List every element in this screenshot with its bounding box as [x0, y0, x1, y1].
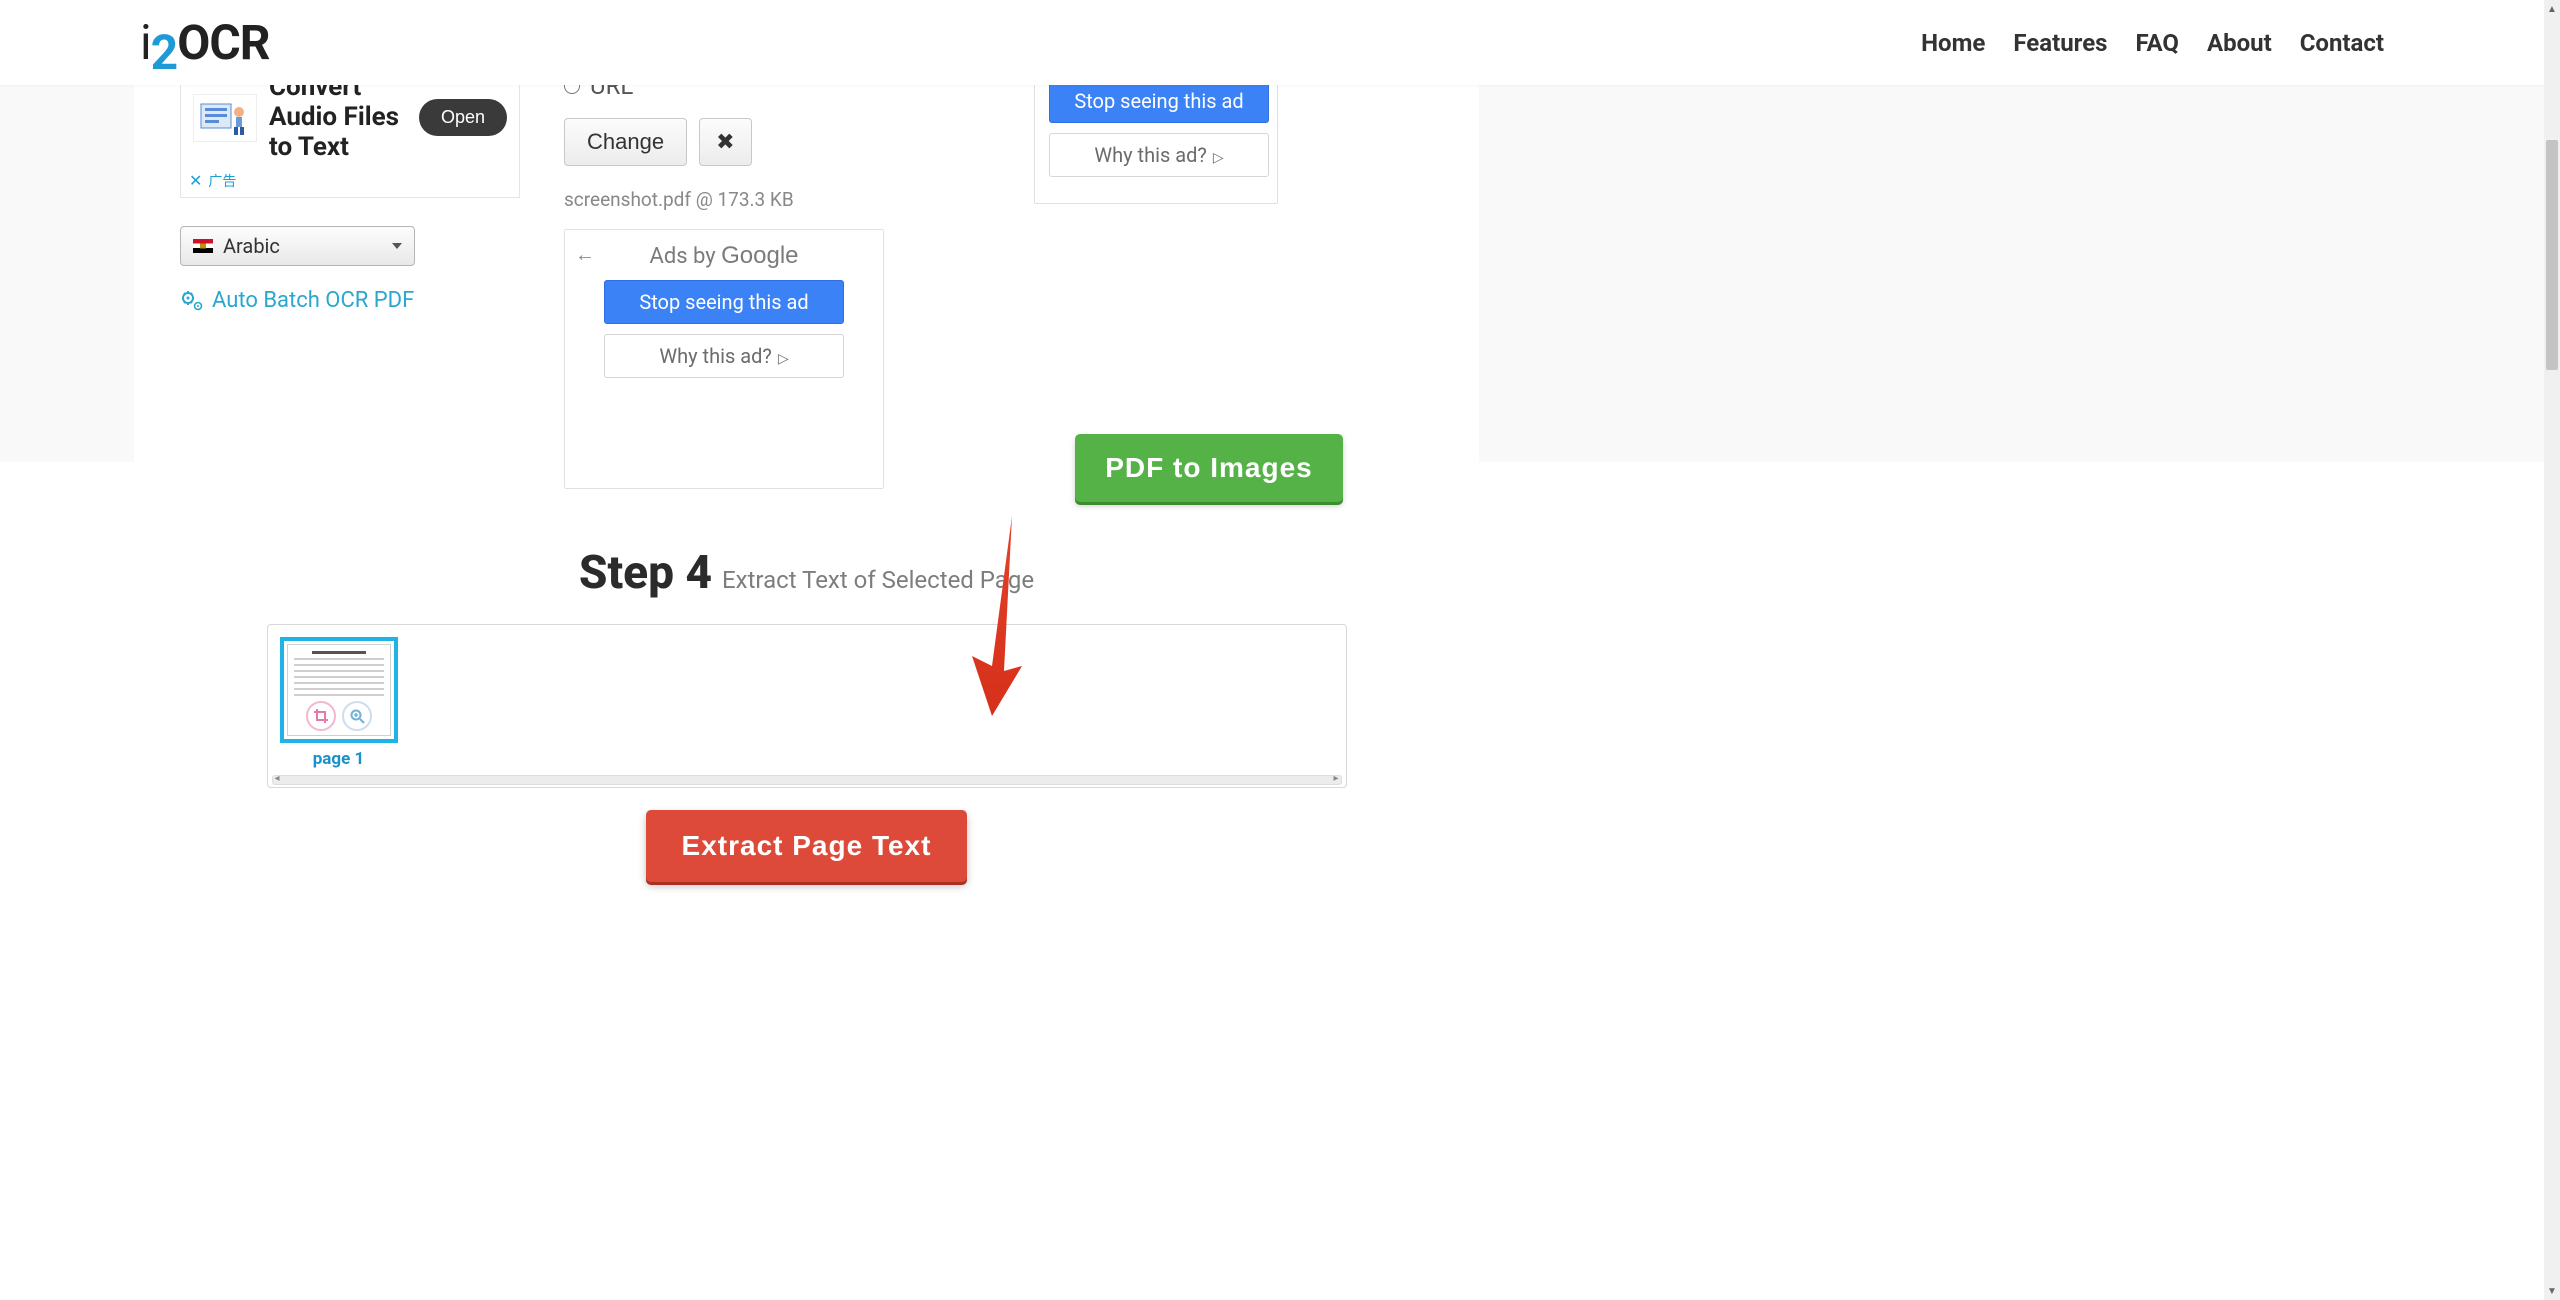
nav-home[interactable]: Home: [1921, 29, 1985, 57]
ad-label: 广告: [208, 171, 236, 191]
google-wordmark: Google: [721, 242, 798, 269]
nav-faq[interactable]: FAQ: [2136, 29, 2179, 57]
ad-back-icon[interactable]: ←: [575, 242, 595, 267]
why-this-ad-button[interactable]: Why this ad? ▷: [1049, 133, 1269, 177]
play-icon: ▷: [778, 351, 789, 367]
play-icon: ▷: [1213, 150, 1224, 166]
language-select[interactable]: Arabic: [180, 226, 415, 266]
zoom-icon[interactable]: [342, 701, 372, 731]
file-info: screenshot.pdf @ 173.3 KB: [564, 188, 994, 211]
step4-head: Step 4 Extract Text of Selected Page: [579, 546, 1034, 600]
logo-accent: 2: [151, 24, 178, 81]
page-thumbnails-panel: page 1: [267, 624, 1347, 788]
stop-seeing-ad-button[interactable]: Stop seeing this ad: [1049, 79, 1269, 123]
chevron-down-icon: [392, 243, 402, 249]
why-this-ad-label: Why this ad?: [1094, 143, 1207, 167]
logo-prefix: i: [140, 14, 151, 71]
gears-icon: [180, 288, 204, 312]
ad-close-icon[interactable]: ✕: [189, 171, 202, 190]
logo-suffix: OCR: [177, 14, 269, 71]
doc-preview-lines: [294, 651, 384, 700]
step4-num: Step 4: [579, 546, 712, 600]
google-ad-overlay-main: ← Ads by Google Stop seeing this ad Why …: [564, 229, 884, 489]
auto-batch-ocr-link[interactable]: Auto Batch OCR PDF: [180, 288, 564, 313]
change-file-button[interactable]: Change: [564, 118, 687, 166]
crop-icon[interactable]: [306, 701, 336, 731]
clear-file-button[interactable]: ✖: [699, 118, 751, 166]
flag-icon: [193, 239, 213, 253]
why-this-ad-label: Why this ad?: [659, 344, 772, 368]
page-thumbnail[interactable]: [280, 637, 398, 743]
page-thumbnail-preview: [287, 644, 391, 736]
scroll-thumb[interactable]: [2546, 140, 2558, 370]
ad-open-button[interactable]: Open: [419, 99, 507, 136]
ads-by-prefix: Ads by: [649, 244, 721, 269]
scroll-up-icon[interactable]: ▲: [2544, 0, 2560, 18]
ad-title: Convert Audio Files to Text: [269, 73, 407, 163]
ad-thumbnail: [193, 94, 257, 142]
top-nav: Home Features FAQ About Contact: [1921, 29, 2384, 57]
nav-contact[interactable]: Contact: [2300, 29, 2384, 57]
thumbnails-h-scrollbar[interactable]: [272, 775, 1342, 785]
language-value: Arabic: [223, 234, 280, 258]
page-thumbnail-label: page 1: [280, 749, 398, 769]
logo-accent-wrap: 2: [151, 14, 178, 71]
thumbnail-tools: [288, 701, 390, 731]
stop-seeing-ad-button[interactable]: Stop seeing this ad: [604, 280, 844, 324]
ad-footer: ✕ 广告: [181, 169, 519, 197]
site-logo[interactable]: i 2 OCR: [140, 14, 269, 71]
why-this-ad-button[interactable]: Why this ad? ▷: [604, 334, 844, 378]
page-content: Step 1 Select Language Convert Audio Fil…: [134, 0, 1479, 882]
pdf-to-images-button[interactable]: PDF to Images: [1075, 434, 1342, 502]
file-buttons: Change ✖: [564, 118, 994, 166]
step4-txt: Extract Text of Selected Page: [722, 566, 1034, 594]
browser-v-scrollbar[interactable]: ▲ ▼: [2544, 0, 2560, 1300]
extract-page-text-button[interactable]: Extract Page Text: [646, 810, 968, 882]
auto-batch-label: Auto Batch OCR PDF: [212, 288, 414, 313]
close-icon: ✖: [716, 129, 734, 154]
nav-about[interactable]: About: [2207, 29, 2272, 57]
ads-by-google-label: Ads by Google: [579, 242, 869, 270]
step4-section: Step 4 Extract Text of Selected Page: [134, 546, 1479, 882]
scroll-down-icon[interactable]: ▼: [2544, 1282, 2560, 1300]
nav-features[interactable]: Features: [2013, 29, 2107, 57]
site-header: i 2 OCR Home Features FAQ About Contact: [0, 0, 2544, 85]
